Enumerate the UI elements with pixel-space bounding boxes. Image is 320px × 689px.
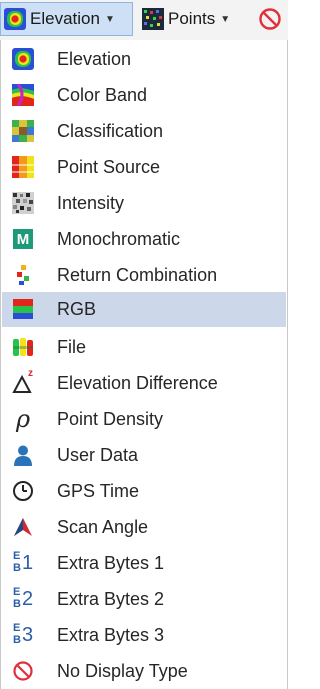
points-dropdown-label: Points	[168, 9, 216, 28]
point-density-icon: ρ	[11, 407, 35, 431]
menu-item-no-display-type[interactable]: No Display Type	[2, 654, 286, 689]
menu-item-label: Elevation Difference	[57, 373, 218, 393]
elevation-dropdown-button[interactable]: Elevation ▼	[0, 2, 133, 36]
return-combination-icon	[11, 263, 35, 287]
rho-glyph: ρ	[15, 405, 31, 433]
menu-item-monochromatic[interactable]: M Monochromatic	[2, 222, 286, 257]
menu-item-label: File	[57, 337, 87, 357]
menu-item-label: Monochromatic	[57, 229, 181, 249]
gps-time-icon	[11, 479, 35, 503]
menu-item-label: Point Source	[57, 157, 161, 177]
intensity-icon	[11, 191, 35, 215]
extra-bytes-digit: 3	[22, 624, 34, 646]
extra-bytes-digit: 1	[22, 552, 34, 574]
extra-bytes-3-icon: E B 3	[11, 622, 35, 647]
menu-item-rgb[interactable]: RGB	[2, 292, 286, 327]
point-source-icon	[11, 155, 35, 179]
extra-bytes-e-glyph: E	[13, 586, 21, 598]
menu-item-label: Intensity	[57, 193, 125, 213]
file-icon	[11, 335, 35, 359]
no-display-toolbar-button[interactable]	[258, 2, 288, 36]
menu-item-return-combination[interactable]: Return Combination	[2, 258, 286, 293]
menu-item-label: Return Combination	[57, 265, 218, 285]
menu-item-file[interactable]: File	[2, 330, 286, 365]
classification-icon	[11, 119, 35, 143]
menu-item-color-band[interactable]: Color Band	[2, 78, 286, 113]
menu-item-label: RGB	[57, 299, 97, 319]
menu-item-label: Extra Bytes 2	[57, 589, 165, 609]
menu-item-label: No Display Type	[57, 661, 188, 681]
extra-bytes-2-icon: E B 2	[11, 586, 35, 611]
menu-item-intensity[interactable]: Intensity	[2, 186, 286, 221]
menu-item-classification[interactable]: Classification	[2, 114, 286, 149]
scan-angle-icon	[11, 515, 35, 539]
monochromatic-glyph: M	[13, 229, 33, 249]
menu-item-label: User Data	[57, 445, 139, 465]
menu-item-extra-bytes-1[interactable]: E B 1 Extra Bytes 1	[2, 546, 286, 581]
no-display-type-icon	[11, 659, 35, 683]
extra-bytes-1-icon: E B 1	[11, 550, 35, 575]
menu-item-extra-bytes-2[interactable]: E B 2 Extra Bytes 2	[2, 582, 286, 617]
menu-item-label: Point Density	[57, 409, 164, 429]
menu-item-label: GPS Time	[57, 481, 140, 501]
menu-item-gps-time[interactable]: GPS Time	[2, 474, 286, 509]
menu-item-label: Elevation	[57, 49, 132, 69]
extra-bytes-b-glyph: B	[13, 598, 21, 610]
menu-item-user-data[interactable]: User Data	[2, 438, 286, 473]
chevron-down-icon: ▼	[104, 13, 115, 25]
menu-item-label: Extra Bytes 1	[57, 553, 165, 573]
display-type-menu: Elevation Color Band Classification Poin…	[0, 40, 288, 689]
extra-bytes-b-glyph: B	[13, 634, 21, 646]
menu-item-scan-angle[interactable]: Scan Angle	[2, 510, 286, 545]
extra-bytes-digit: 2	[22, 588, 34, 610]
elevation-icon	[11, 47, 35, 71]
rgb-icon	[11, 297, 35, 321]
color-band-icon	[11, 83, 35, 107]
display-type-toolbar: Elevation ▼ Points ▼	[0, 0, 288, 41]
user-data-icon	[11, 443, 35, 467]
points-dropdown-button[interactable]: Points ▼	[140, 2, 248, 36]
menu-item-label: Color Band	[57, 85, 148, 105]
no-display-type-icon	[258, 7, 282, 31]
menu-item-elevation[interactable]: Elevation	[2, 42, 286, 77]
points-icon	[142, 8, 164, 30]
monochromatic-icon: M	[11, 227, 35, 251]
menu-item-label: Extra Bytes 3	[57, 625, 165, 645]
menu-item-label: Scan Angle	[57, 517, 149, 537]
elevation-dropdown-label: Elevation	[30, 9, 100, 28]
extra-bytes-e-glyph: E	[13, 622, 21, 634]
extra-bytes-b-glyph: B	[13, 562, 21, 574]
extra-bytes-e-glyph: E	[13, 550, 21, 562]
menu-item-point-source[interactable]: Point Source	[2, 150, 286, 185]
elevation-icon	[4, 8, 26, 30]
menu-item-elevation-difference[interactable]: z Elevation Difference	[2, 366, 286, 401]
menu-item-extra-bytes-3[interactable]: E B 3 Extra Bytes 3	[2, 618, 286, 653]
chevron-down-icon: ▼	[220, 13, 231, 25]
elevation-difference-icon: z	[11, 368, 35, 395]
menu-item-point-density[interactable]: ρ Point Density	[2, 402, 286, 437]
menu-item-label: Classification	[57, 121, 164, 141]
delta-superscript: z	[28, 368, 33, 379]
